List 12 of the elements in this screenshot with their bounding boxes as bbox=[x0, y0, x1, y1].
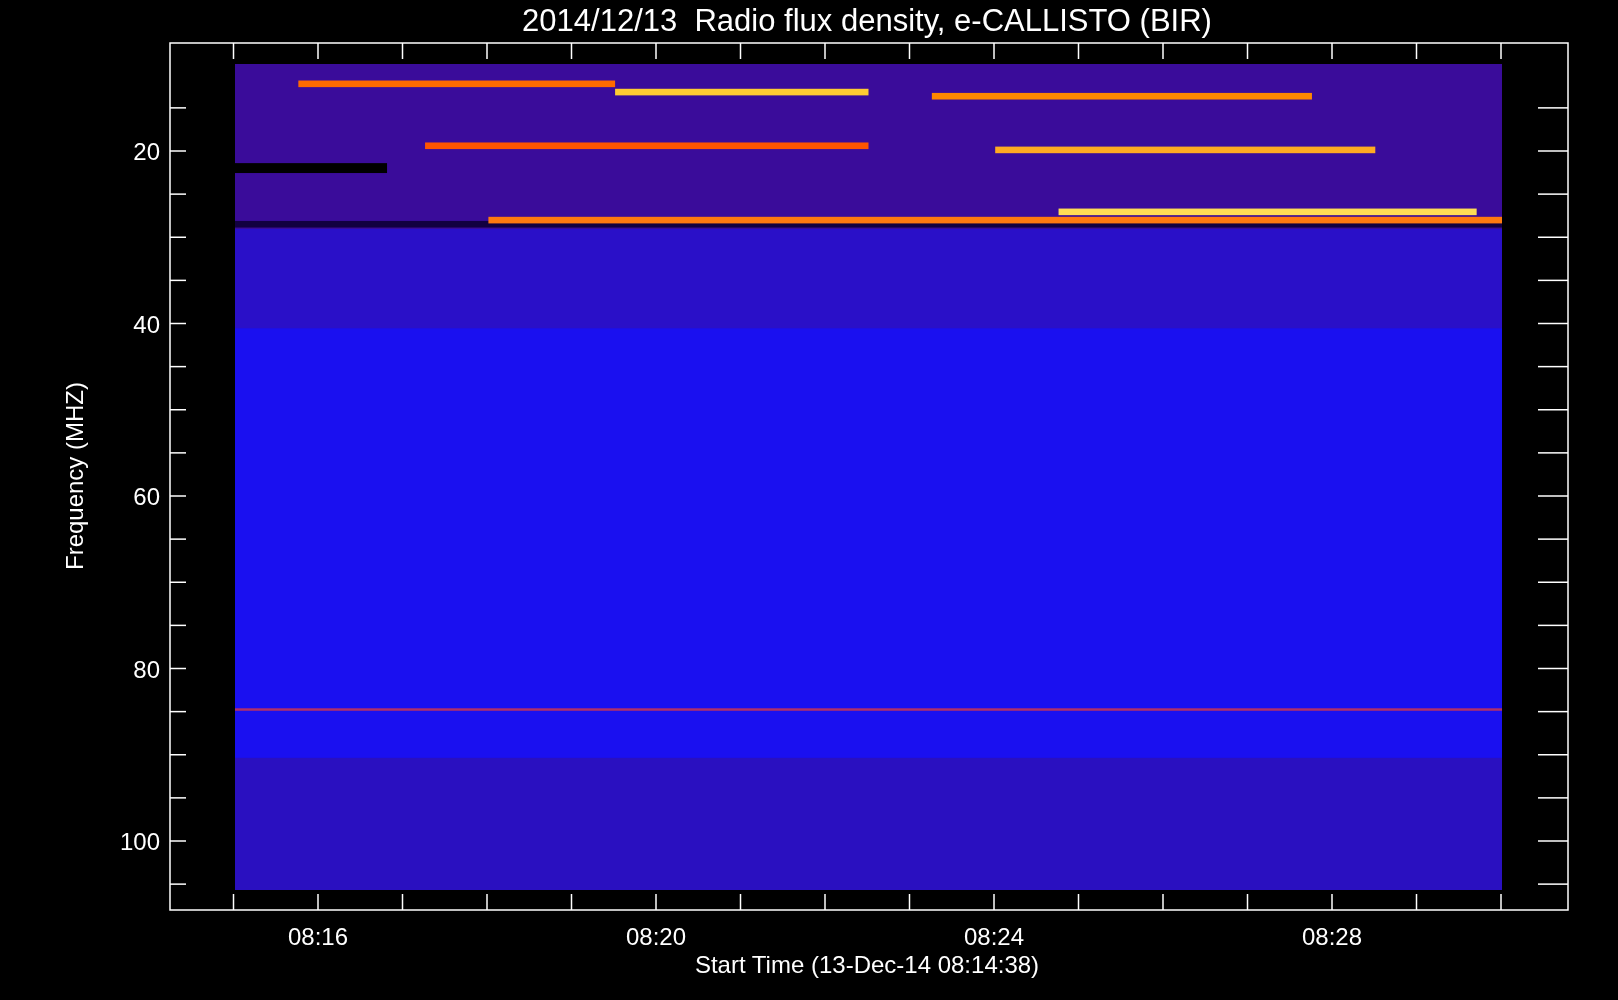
x-tick-label: 08:28 bbox=[1301, 923, 1363, 950]
y-tick-label: 60 bbox=[133, 483, 160, 510]
x-tick-label: 08:20 bbox=[625, 923, 687, 950]
y-tick-label: 80 bbox=[133, 655, 160, 683]
y-tick-label: 20 bbox=[133, 138, 160, 165]
y-axis-label: Frequency (MHZ) bbox=[61, 382, 88, 570]
chart-title: 2014/12/13 Radio flux density, e-CALLISTO (BIR) bbox=[522, 3, 1212, 38]
x-tick-label: 08:16 bbox=[287, 923, 349, 950]
x-axis-label: Start Time (13-Dec-14 08:14:38) bbox=[694, 951, 1040, 978]
y-tick-label: 100 bbox=[119, 828, 160, 855]
x-tick-label: 08:24 bbox=[963, 923, 1025, 950]
y-tick-label: 40 bbox=[133, 310, 160, 338]
